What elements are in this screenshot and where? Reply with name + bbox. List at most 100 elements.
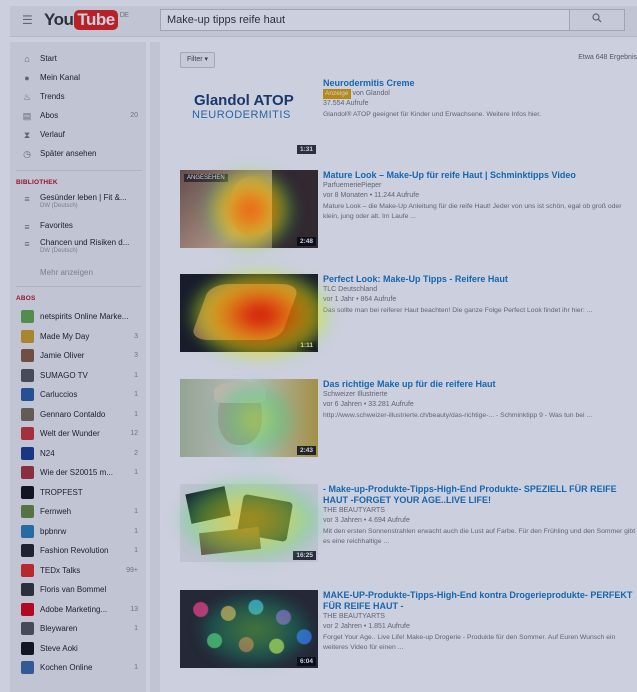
- sidebar-item-count: 20: [130, 112, 138, 119]
- search-input[interactable]: [161, 10, 563, 30]
- channel-avatar: [21, 661, 34, 674]
- video-title[interactable]: Neurodermitis Creme: [323, 78, 637, 89]
- sidebar-item-label: Gennaro Contaldo: [40, 409, 106, 419]
- channel-avatar: [21, 466, 34, 479]
- video-duration: 1:11: [297, 341, 316, 350]
- sidebar-item-subscription[interactable]: TROPFEST: [10, 484, 146, 502]
- sidebar-item-label: TROPFEST: [40, 487, 83, 497]
- result-item[interactable]: 16:25 - Make-up-Produkte-Tipps-High-End …: [180, 484, 637, 584]
- channel-avatar: [21, 388, 34, 401]
- video-duration: 2:48: [296, 237, 316, 246]
- video-description: Mit den ersten Sonnenstrahlen erwacht au…: [323, 528, 636, 545]
- channel-avatar: [21, 407, 34, 421]
- sidebar-item-playlist[interactable]: ≡ Chancen und Risiken d... DW (Deutsch): [10, 237, 146, 259]
- sidebar-item-subscription[interactable]: TEDx Talks 99+: [10, 562, 146, 580]
- youtube-logo[interactable]: You Tube DE: [44, 10, 129, 30]
- clock-icon: ◷: [23, 149, 31, 159]
- sidebar-item-subscription[interactable]: Fashion Revolution 1: [10, 542, 146, 560]
- search-icon: [592, 13, 602, 26]
- channel-avatar: [21, 583, 34, 596]
- channel-avatar: [21, 485, 34, 499]
- sidebar-item-subscription[interactable]: Fernweh 1: [10, 503, 146, 521]
- search-button[interactable]: [570, 9, 625, 31]
- logo-tube: Tube: [74, 10, 118, 30]
- hamburger-icon[interactable]: ☰: [22, 14, 34, 26]
- sidebar-item-sublabel: DW (Deutsch): [40, 248, 78, 254]
- flame-icon: ♨: [22, 92, 32, 102]
- sidebar-item-label: Wie der S20015 m...: [40, 468, 113, 477]
- sidebar-item-subscription[interactable]: Jamie Oliver 3: [10, 347, 146, 365]
- sidebar-item-sublabel: DW (Deutsch): [40, 203, 78, 209]
- sidebar-item-subscription[interactable]: N24 2: [10, 445, 146, 463]
- video-title[interactable]: MAKE-UP-Produkte-Tipps-High-End kontra D…: [323, 590, 637, 612]
- video-title[interactable]: Perfect Look: Make-Up Tipps - Reifere Ha…: [323, 274, 637, 285]
- sidebar-item-subscription[interactable]: Bleywaren 1: [10, 620, 146, 638]
- sidebar-item-subscription[interactable]: Adobe Marketing... 13: [10, 601, 146, 619]
- sidebar-item-subscription[interactable]: Gennaro Contaldo 1: [10, 406, 146, 424]
- video-info: Neurodermitis Creme Anzeige von Glandol 3…: [323, 78, 637, 120]
- sidebar-item-subscription[interactable]: Welt der Wunder 12: [10, 425, 146, 443]
- sidebar-item-verlauf[interactable]: ⧗ Verlauf: [10, 126, 146, 144]
- sidebar-item-label: Gesünder leben | Fit &...: [40, 193, 127, 202]
- sidebar-item-trends[interactable]: ♨ Trends: [10, 88, 146, 106]
- sidebar-item-subscription[interactable]: SUMAGO TV 1: [10, 367, 146, 385]
- result-item[interactable]: 1:11 Perfect Look: Make-Up Tipps - Reife…: [180, 274, 637, 374]
- sidebar-item-subscription[interactable]: Steve Aoki: [10, 640, 146, 658]
- sidebar-item-subscription[interactable]: Made My Day 3: [10, 328, 146, 346]
- channel-name[interactable]: von Glandol: [353, 90, 390, 97]
- channel-name[interactable]: Schweizer Illustrierte: [323, 390, 637, 400]
- channel-name[interactable]: THE BEAUTYARTS: [323, 506, 637, 516]
- sidebar-item-subscription[interactable]: bpbnrw 1: [10, 523, 146, 541]
- filter-button[interactable]: Filter ▾: [180, 52, 216, 68]
- sidebar-item-subscription[interactable]: Floris van Bommel: [10, 581, 146, 599]
- channel-avatar: [21, 602, 34, 616]
- result-item[interactable]: ANGESEHEN 2:48 Mature Look – Make-Up für…: [180, 170, 637, 270]
- sidebar-item-count: 99+: [126, 566, 138, 574]
- video-thumbnail[interactable]: 2:43: [180, 379, 318, 457]
- sidebar-item-start[interactable]: ⌂ Start: [10, 50, 146, 68]
- thumb-brand-text: Glandol ATOP: [194, 92, 294, 109]
- result-item[interactable]: 2:43 Das richtige Make up für die reifer…: [180, 379, 637, 479]
- result-item[interactable]: 6:04 MAKE-UP-Produkte-Tipps-High-End kon…: [180, 590, 637, 690]
- section-title-abos: ABOS: [16, 295, 36, 302]
- sidebar-item-mein-kanal[interactable]: ● Mein Kanal: [10, 69, 146, 87]
- playlist-icon: ≡: [24, 222, 30, 232]
- channel-name[interactable]: TLC Deutschland: [323, 285, 637, 295]
- channel-name[interactable]: ParfuemeriePieper: [323, 181, 637, 191]
- sidebar-item-subscription[interactable]: Wie der S20015 m... 1: [10, 464, 146, 482]
- sidebar-item-label: Trends: [40, 92, 65, 101]
- video-description: Das sollte man bei reiferer Haut beachte…: [323, 307, 593, 314]
- home-icon: ⌂: [24, 54, 30, 64]
- sidebar-item-subscription[interactable]: Carluccios 1: [10, 386, 146, 404]
- sidebar-item-label: Fernweh: [40, 507, 72, 516]
- hourglass-icon: ⧗: [23, 130, 31, 140]
- sidebar-item-label: Start: [40, 54, 57, 63]
- video-thumbnail[interactable]: 16:25: [180, 484, 318, 562]
- video-thumbnail[interactable]: 6:04: [180, 590, 318, 668]
- video-title[interactable]: Mature Look – Make-Up für reife Haut | S…: [323, 170, 637, 181]
- thumb-hair: [214, 381, 266, 403]
- video-thumbnail[interactable]: Glandol ATOP NEURODERMITIS 1:31: [180, 78, 318, 156]
- sidebar-item-subscription[interactable]: netspirits Online Marke...: [10, 308, 146, 326]
- sidebar-item-count: 1: [134, 547, 138, 554]
- masthead: ☰ You Tube DE: [10, 6, 637, 37]
- result-item-ad[interactable]: Glandol ATOP NEURODERMITIS 1:31 Neuroder…: [180, 78, 637, 178]
- video-info: - Make-up-Produkte-Tipps-High-End Produk…: [323, 484, 637, 546]
- video-title[interactable]: Das richtige Make up für die reifere Hau…: [323, 379, 637, 390]
- sidebar-item-spaeter-ansehen[interactable]: ◷ Später ansehen: [10, 145, 146, 163]
- video-thumbnail[interactable]: 1:11: [180, 274, 318, 352]
- video-description: Glandol® ATOP geeignet für Kinder und Er…: [323, 111, 541, 118]
- sidebar-item-abos[interactable]: ▤ Abos 20: [10, 107, 146, 125]
- sidebar-item-count: 1: [134, 527, 138, 535]
- video-title[interactable]: - Make-up-Produkte-Tipps-High-End Produk…: [323, 484, 637, 506]
- sidebar-item-playlist[interactable]: ≡ Gesünder leben | Fit &... DW (Deutsch): [10, 192, 146, 214]
- video-meta: vor 2 Jahren • 1.851 Aufrufe: [323, 623, 410, 630]
- sidebar-item-label: SUMAGO TV: [40, 370, 88, 380]
- video-info: Das richtige Make up für die reifere Hau…: [323, 379, 637, 421]
- show-more-link[interactable]: Mehr anzeigen: [40, 268, 93, 277]
- sidebar-item-subscription[interactable]: Kochen Online 1: [10, 659, 146, 677]
- channel-name[interactable]: THE BEAUTYARTS: [323, 612, 637, 622]
- sidebar-item-count: 1: [134, 664, 138, 671]
- video-thumbnail[interactable]: ANGESEHEN 2:48: [180, 170, 318, 248]
- thumb-face: [189, 284, 301, 340]
